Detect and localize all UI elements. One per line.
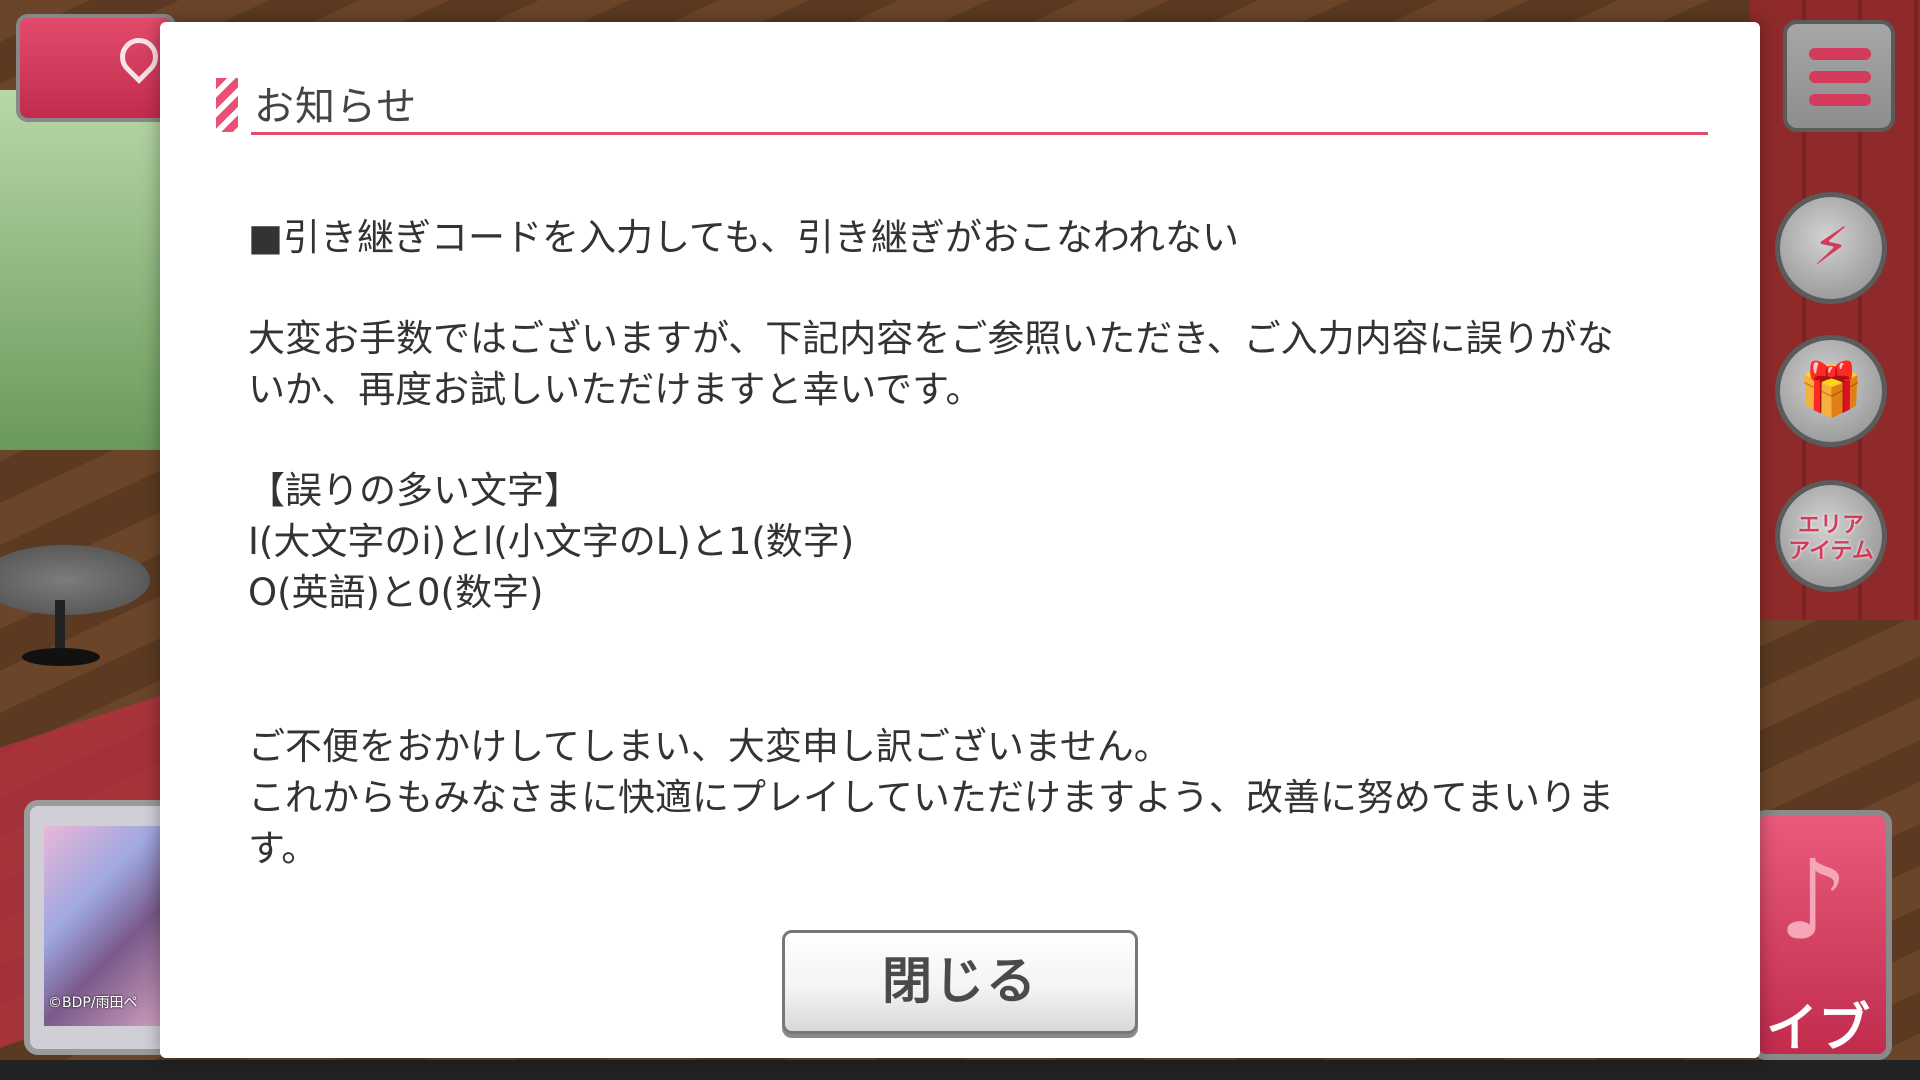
menu-button[interactable] (1783, 20, 1895, 132)
map-button[interactable] (16, 14, 176, 122)
list-heading: 【誤りの多い文字】 (248, 469, 581, 512)
window-scenery (0, 90, 170, 450)
live-button[interactable]: ♪ イブ (1752, 810, 1892, 1060)
notice-paragraph-line: いか、再度お試しいただけますと幸いです。 (248, 368, 983, 411)
dialog-title: お知らせ (254, 84, 418, 130)
closing-line: す。 (248, 827, 319, 870)
notice-dialog: お知らせ ■引き継ぎコードを入力しても、引き継ぎがおこなわれない 大変お手数では… (160, 22, 1760, 1058)
dialog-body: ■引き継ぎコードを入力しても、引き継ぎがおこなわれない 大変お手数ではございます… (248, 212, 1708, 874)
notice-heading: ■引き継ぎコードを入力しても、引き継ぎがおこなわれない (248, 216, 1240, 259)
round-table (0, 545, 150, 615)
area-item-button[interactable]: エリア アイテム (1775, 480, 1887, 592)
gift-button[interactable]: 🎁 (1775, 335, 1887, 447)
area-item-label: エリア アイテム (1788, 513, 1874, 564)
notice-paragraph-line: 大変お手数ではございますが、下記内容をご参照いただき、ご入力内容に誤りがな (248, 317, 1614, 360)
card-credit: ©BDP/雨田ペ (48, 995, 138, 1011)
header-divider (251, 132, 1708, 135)
stripe-decoration-icon (216, 78, 238, 132)
gift-icon: 🎁 (1798, 360, 1864, 420)
closing-line: ご不便をおかけしてしまい、大変申し訳ございません。 (248, 725, 1171, 768)
close-button-label: 閉じる (882, 952, 1038, 1010)
closing-line: これからもみなさまに快適にプレイしていただけますよう、改善に努めてまいりま (248, 776, 1615, 819)
hamburger-menu-icon (1809, 48, 1871, 60)
list-item: O(英語)と0(数字) (248, 571, 544, 614)
event-button[interactable]: ⚡ (1775, 192, 1887, 304)
map-pin-icon (112, 30, 166, 84)
list-item: I(大文字のi)とl(小文字のL)と1(数字) (248, 520, 855, 563)
dialog-header: お知らせ (216, 56, 1708, 136)
live-button-label: イブ (1766, 999, 1871, 1059)
floor-edge (0, 1060, 1920, 1080)
member-card-button[interactable]: ©BDP/雨田ペ (24, 800, 174, 1055)
close-button[interactable]: 閉じる (782, 930, 1138, 1034)
table-base (22, 648, 100, 666)
music-note-icon: ♪ (1778, 836, 1849, 964)
table-leg (55, 600, 65, 655)
lightning-star-icon: ⚡ (1812, 217, 1850, 277)
